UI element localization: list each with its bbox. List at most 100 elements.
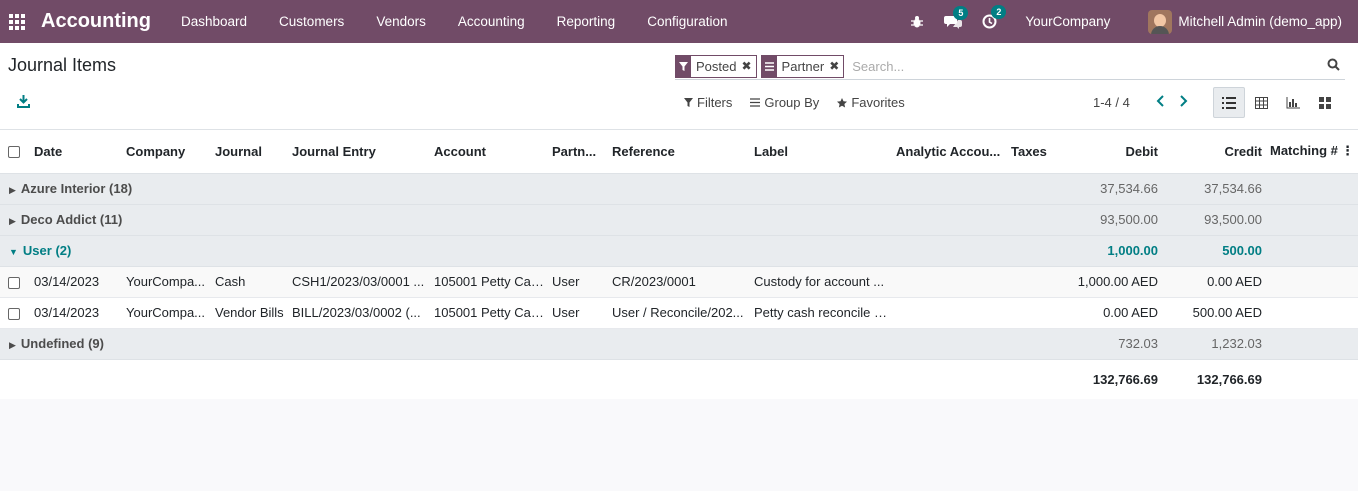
user-avatar[interactable]	[1148, 9, 1173, 34]
caret-down-icon: ▼	[9, 247, 18, 257]
group-row[interactable]: ▼ User (2) 1,000.00 500.00	[0, 235, 1358, 267]
graph-view-icon[interactable]	[1277, 87, 1309, 118]
group-row[interactable]: ▶ Deco Addict (11) 93,500.00 93,500.00	[0, 204, 1358, 236]
search-icon[interactable]	[1327, 58, 1340, 74]
search-input[interactable]: Search...	[852, 59, 1345, 74]
col-analytic-account[interactable]: Analytic Accou...	[892, 130, 1007, 174]
messages-icon[interactable]: 5	[944, 5, 969, 29]
cell-company: YourCompa...	[122, 297, 211, 329]
col-debit[interactable]: Debit	[1059, 130, 1162, 174]
pivot-view-icon[interactable]	[1245, 87, 1277, 118]
cell-date: 03/14/2023	[30, 297, 122, 329]
col-partner[interactable]: Partn...	[548, 130, 608, 174]
debug-bug-icon[interactable]	[910, 15, 924, 29]
cell-journal: Cash	[211, 266, 288, 298]
messages-badge: 5	[953, 5, 969, 20]
col-label[interactable]: Label	[750, 130, 892, 174]
group-credit: 1,232.03	[1162, 328, 1266, 360]
page-title: Journal Items	[8, 55, 117, 75]
download-icon[interactable]	[17, 95, 30, 111]
kanban-view-icon[interactable]	[1309, 87, 1341, 118]
col-taxes[interactable]: Taxes	[1007, 130, 1059, 174]
company-switcher[interactable]: YourCompany	[1025, 14, 1110, 29]
col-credit[interactable]: Credit	[1162, 130, 1266, 174]
cell-partner: User	[548, 297, 608, 329]
total-debit: 132,766.69	[1059, 359, 1162, 399]
cell-taxes	[1007, 297, 1059, 329]
control-panel: Journal Items Posted ✖ Partner ✖ Search.…	[0, 43, 1358, 130]
list-view-icon[interactable]	[1213, 87, 1245, 118]
group-name: Deco Addict (11)	[20, 212, 123, 227]
cell-label: Custody for account ...	[750, 266, 892, 298]
group-debit: 37,534.66	[1059, 173, 1162, 205]
cell-analytic	[892, 266, 1007, 298]
group-row[interactable]: ▶ Azure Interior (18) 37,534.66 37,534.66	[0, 173, 1358, 205]
group-debit: 93,500.00	[1059, 204, 1162, 236]
col-company[interactable]: Company	[122, 130, 211, 174]
menu-reporting[interactable]: Reporting	[541, 0, 632, 43]
caret-right-icon: ▶	[9, 340, 16, 350]
activities-clock-icon[interactable]: 2	[982, 5, 1007, 29]
row-checkbox[interactable]	[0, 297, 30, 329]
cell-company: YourCompa...	[122, 266, 211, 298]
top-navbar: Accounting Dashboard Customers Vendors A…	[0, 0, 1358, 43]
select-all-checkbox[interactable]	[0, 130, 30, 174]
col-date[interactable]: Date	[30, 130, 122, 174]
group-name: Azure Interior (18)	[20, 181, 133, 196]
facet-label: Partner	[781, 58, 825, 74]
group-credit: 93,500.00	[1162, 204, 1266, 236]
pager-next-icon[interactable]	[1172, 95, 1196, 107]
facet-remove-icon[interactable]: ✖	[829, 59, 843, 73]
main-menu: Dashboard Customers Vendors Accounting R…	[165, 0, 744, 43]
facet-remove-icon[interactable]: ✖	[741, 59, 755, 73]
app-brand[interactable]: Accounting	[41, 10, 151, 33]
cell-journal-entry: CSH1/2023/03/0001 ...	[288, 266, 430, 298]
pager-nav	[1148, 95, 1196, 107]
menu-configuration[interactable]: Configuration	[631, 0, 743, 43]
table-row[interactable]: 03/14/2023 YourCompa... Vendor Bills BIL…	[0, 297, 1358, 329]
menu-dashboard[interactable]: Dashboard	[165, 0, 263, 43]
cell-credit: 500.00 AED	[1162, 297, 1266, 329]
col-journal[interactable]: Journal	[211, 130, 288, 174]
favorites-button[interactable]: Favorites	[837, 95, 905, 110]
table-row[interactable]: 03/14/2023 YourCompa... Cash CSH1/2023/0…	[0, 266, 1358, 298]
facet-label: Posted	[696, 58, 737, 74]
cell-matching	[1266, 297, 1358, 329]
group-credit: 37,534.66	[1162, 173, 1266, 205]
optional-columns-icon[interactable]: ⋮	[1341, 143, 1354, 159]
group-row[interactable]: ▶ Undefined (9) 732.03 1,232.03	[0, 328, 1358, 360]
app-menu-icon[interactable]	[0, 0, 34, 43]
cell-account: 105001 Petty Cash	[430, 266, 548, 298]
cell-credit: 0.00 AED	[1162, 266, 1266, 298]
activities-badge: 2	[991, 5, 1007, 19]
facet-posted[interactable]: Posted ✖	[675, 54, 757, 78]
col-journal-entry[interactable]: Journal Entry	[288, 130, 430, 174]
group-debit: 1,000.00	[1059, 235, 1162, 267]
group-debit: 732.03	[1059, 328, 1162, 360]
cell-reference: CR/2023/0001	[608, 266, 750, 298]
col-matching-label: Matching #	[1270, 143, 1338, 159]
row-checkbox[interactable]	[0, 266, 30, 298]
col-account[interactable]: Account	[430, 130, 548, 174]
star-icon	[837, 97, 848, 107]
systray: 5 2 YourCompany Mitchell Admin (demo_app…	[910, 0, 1342, 43]
facet-partner[interactable]: Partner ✖	[760, 54, 845, 78]
cell-analytic	[892, 297, 1007, 329]
cell-reference: User / Reconcile/202...	[608, 297, 750, 329]
pager-previous-icon[interactable]	[1148, 95, 1172, 107]
col-matching[interactable]: Matching # ⋮	[1266, 130, 1358, 174]
col-reference[interactable]: Reference	[608, 130, 750, 174]
totals-row: 132,766.69 132,766.69	[0, 359, 1358, 399]
group-by-button[interactable]: Group By	[750, 95, 819, 110]
filters-label: Filters	[697, 95, 733, 110]
cell-matching	[1266, 266, 1358, 298]
pager-value[interactable]: 1-4 / 4	[1093, 95, 1130, 110]
menu-customers[interactable]: Customers	[263, 0, 360, 43]
search-bar: Posted ✖ Partner ✖ Search...	[675, 53, 1345, 80]
filter-icon	[684, 98, 693, 107]
caret-right-icon: ▶	[9, 216, 16, 226]
menu-vendors[interactable]: Vendors	[360, 0, 442, 43]
filters-button[interactable]: Filters	[684, 95, 732, 110]
menu-accounting[interactable]: Accounting	[442, 0, 541, 43]
user-menu[interactable]: Mitchell Admin (demo_app)	[1178, 14, 1342, 29]
